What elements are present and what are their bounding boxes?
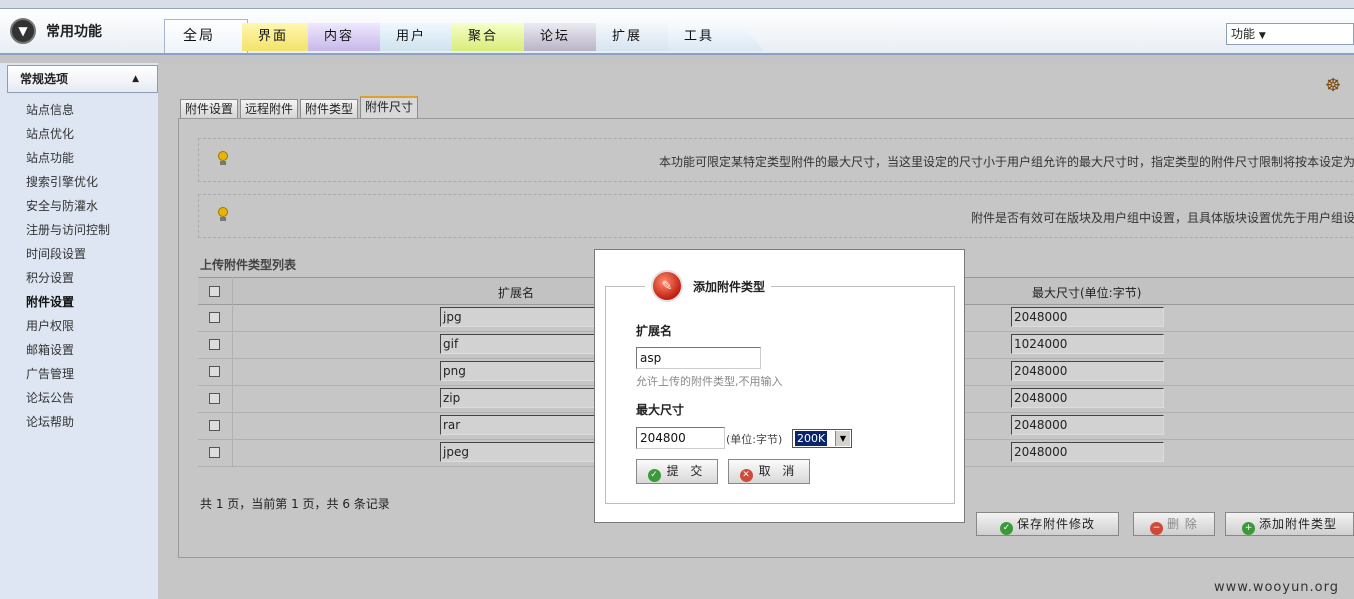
- tip-box: 附件是否有效可在版块及用户组中设置，且具体版块设置优先于用户组设置: [198, 194, 1354, 238]
- tab-global[interactable]: 全局: [164, 19, 248, 53]
- browser-strip: [0, 0, 1354, 9]
- sidebar-item-site-optimize[interactable]: 站点优化: [26, 122, 110, 146]
- sidebar-item-seo[interactable]: 搜索引擎优化: [26, 170, 110, 194]
- tip-box: 本功能可限定某特定类型附件的最大尺寸，当这里设定的尺寸小于用户组允许的最大尺寸时…: [198, 138, 1354, 182]
- extension-input[interactable]: jpeg: [440, 442, 595, 462]
- pencil-icon: ✎: [651, 270, 683, 302]
- lightbulb-icon: [217, 207, 229, 221]
- row-checkbox[interactable]: [209, 312, 220, 323]
- down-arrow-icon: ▼: [10, 18, 36, 44]
- dropdown-arrow-icon: ▼: [835, 431, 850, 446]
- delete-label: 删 除: [1167, 517, 1198, 531]
- list-title: 上传附件类型列表: [200, 258, 297, 272]
- check-icon: ✓: [999, 522, 1013, 535]
- add-attachment-type-dialog: ✎ 添加附件类型 扩展名 允许上传的附件类型,不用输入 最大尺寸 (单位:字节)…: [594, 249, 965, 523]
- sidebar-item-time-periods[interactable]: 时间段设置: [26, 242, 110, 266]
- extension-input[interactable]: jpg: [440, 307, 595, 327]
- select-all-checkbox[interactable]: [209, 286, 220, 297]
- header-max-size: 最大尺寸(单位:字节): [1032, 286, 1142, 300]
- add-type-button[interactable]: + 添加附件类型: [1225, 512, 1354, 536]
- sidebar: 常规选项 ▲ 站点信息 站点优化 站点功能 搜索引擎优化 安全与防灌水 注册与访…: [0, 63, 158, 599]
- cancel-label: 取 消: [758, 464, 799, 478]
- save-changes-button[interactable]: ✓ 保存附件修改: [976, 512, 1119, 536]
- tab-tools[interactable]: 工具: [668, 23, 764, 51]
- extension-field[interactable]: [636, 347, 761, 369]
- tip-text: 本功能可限定某特定类型附件的最大尺寸，当这里设定的尺寸小于用户组允许的最大尺寸时…: [658, 155, 1354, 169]
- submit-label: 提 交: [666, 464, 707, 478]
- sidebar-item-credits[interactable]: 积分设置: [26, 266, 110, 290]
- extension-input[interactable]: gif: [440, 334, 595, 354]
- sidebar-heading[interactable]: 常规选项 ▲: [7, 65, 158, 93]
- function-select[interactable]: 功能 ▼: [1226, 23, 1354, 45]
- extension-input[interactable]: zip: [440, 388, 595, 408]
- max-size-field[interactable]: [636, 427, 725, 449]
- sidebar-heading-label: 常规选项: [20, 72, 69, 86]
- extension-hint: 允许上传的附件类型,不用输入: [636, 375, 783, 388]
- extension-input[interactable]: rar: [440, 415, 595, 435]
- ship-wheel-icon[interactable]: ☸: [1325, 77, 1343, 95]
- subtab-attachment-types[interactable]: 附件类型: [300, 99, 359, 119]
- sidebar-item-user-permissions[interactable]: 用户权限: [26, 314, 110, 338]
- max-size-input[interactable]: 2048000: [1011, 415, 1164, 435]
- sidebar-item-registration[interactable]: 注册与访问控制: [26, 218, 110, 242]
- sidebar-item-attachments[interactable]: 附件设置: [26, 290, 110, 314]
- header-extension: 扩展名: [498, 286, 535, 300]
- submit-button[interactable]: ✓ 提 交: [636, 459, 718, 484]
- sub-tabs: 附件设置 远程附件 附件类型 附件尺寸: [180, 96, 420, 119]
- row-checkbox[interactable]: [209, 339, 220, 350]
- function-select-value: 功能: [1231, 27, 1256, 41]
- sidebar-item-ads[interactable]: 广告管理: [26, 362, 110, 386]
- plus-icon: +: [1241, 522, 1255, 535]
- dialog-title: 添加附件类型: [693, 279, 766, 294]
- sidebar-item-site-info[interactable]: 站点信息: [26, 98, 110, 122]
- sidebar-item-site-features[interactable]: 站点功能: [26, 146, 110, 170]
- row-checkbox[interactable]: [209, 393, 220, 404]
- minus-icon: −: [1150, 522, 1164, 535]
- collapse-arrow-icon: ▲: [132, 74, 139, 84]
- sidebar-item-email[interactable]: 邮箱设置: [26, 338, 110, 362]
- max-size-input[interactable]: 2048000: [1011, 388, 1164, 408]
- sidebar-item-security[interactable]: 安全与防灌水: [26, 194, 110, 218]
- check-icon: ✓: [647, 469, 661, 482]
- top-header: ▼ 常用功能 全局 界面 内容 用户 聚合 论坛 扩展 工具 功能 ▼: [0, 9, 1354, 55]
- tip-text: 附件是否有效可在版块及用户组中设置，且具体版块设置优先于用户组设置: [970, 211, 1354, 225]
- sidebar-item-help[interactable]: 论坛帮助: [26, 410, 110, 434]
- row-checkbox[interactable]: [209, 366, 220, 377]
- add-type-label: 添加附件类型: [1258, 517, 1337, 531]
- close-icon: ✕: [739, 469, 753, 482]
- brand[interactable]: ▼ 常用功能: [10, 17, 102, 45]
- row-checkbox[interactable]: [209, 420, 220, 431]
- save-changes-label: 保存附件修改: [1016, 517, 1095, 531]
- max-size-input[interactable]: 2048000: [1011, 442, 1164, 462]
- size-unit-label: (单位:字节): [726, 433, 783, 446]
- pager-text: 共 1 页，当前第 1 页，共 6 条记录: [200, 497, 390, 511]
- subtab-remote-attachments[interactable]: 远程附件: [240, 99, 299, 119]
- size-preset-select[interactable]: 200K ▼: [792, 429, 852, 448]
- max-size-label: 最大尺寸: [636, 403, 685, 417]
- dialog-legend: ✎ 添加附件类型: [645, 267, 772, 305]
- cancel-button[interactable]: ✕ 取 消: [728, 459, 810, 484]
- row-checkbox[interactable]: [209, 447, 220, 458]
- extension-input[interactable]: png: [440, 361, 595, 381]
- max-size-input[interactable]: 2048000: [1011, 307, 1164, 327]
- max-size-input[interactable]: 2048000: [1011, 361, 1164, 381]
- dropdown-arrow-icon: ▼: [1258, 31, 1266, 41]
- extension-label: 扩展名: [636, 324, 673, 338]
- brand-title: 常用功能: [46, 24, 102, 40]
- size-preset-value: 200K: [795, 431, 828, 446]
- subtab-attachment-settings[interactable]: 附件设置: [180, 99, 239, 119]
- watermark: www.wooyun.org: [1214, 580, 1340, 595]
- sidebar-list: 站点信息 站点优化 站点功能 搜索引擎优化 安全与防灌水 注册与访问控制 时间段…: [26, 98, 110, 434]
- max-size-input[interactable]: 1024000: [1011, 334, 1164, 354]
- lightbulb-icon: [217, 151, 229, 165]
- subtab-attachment-size[interactable]: 附件尺寸: [360, 96, 419, 119]
- sidebar-item-announcements[interactable]: 论坛公告: [26, 386, 110, 410]
- delete-button[interactable]: − 删 除: [1133, 512, 1215, 536]
